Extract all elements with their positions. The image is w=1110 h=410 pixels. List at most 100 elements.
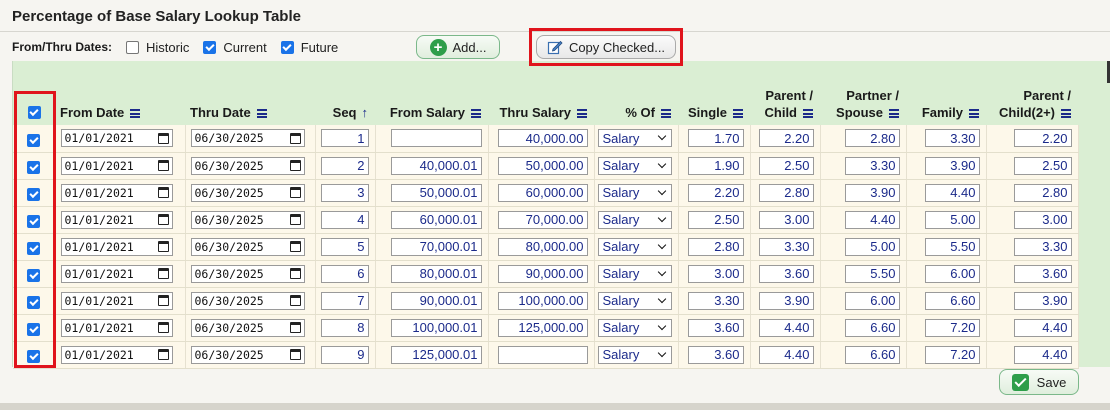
single-input[interactable]: 1.70: [687, 129, 744, 148]
calendar-icon[interactable]: [289, 241, 301, 252]
pct-of-select[interactable]: Salary: [597, 237, 672, 256]
calendar-icon[interactable]: [289, 349, 301, 360]
row-checkbox[interactable]: [27, 269, 41, 282]
family-input[interactable]: 5.50: [924, 237, 980, 256]
from-salary-input[interactable]: 125,000.01: [390, 345, 482, 364]
single-input[interactable]: 3.00: [687, 264, 744, 283]
pct-of-select[interactable]: Salary: [597, 345, 672, 364]
from-date-input[interactable]: 01/01/2021: [60, 183, 173, 202]
family-input[interactable]: 3.30: [924, 129, 980, 148]
column-menu-icon[interactable]: [577, 109, 587, 118]
thru-date-input[interactable]: 06/30/2025: [190, 237, 305, 256]
from-salary-input[interactable]: 90,000.01: [390, 291, 482, 310]
parent-children-input[interactable]: 2.50: [1013, 156, 1072, 175]
single-input[interactable]: 2.50: [687, 210, 744, 229]
col-thru-salary[interactable]: Thru Salary: [488, 61, 594, 125]
col-seq[interactable]: Seq ↑: [315, 61, 375, 125]
col-parent-children[interactable]: Parent / Child(2+): [986, 61, 1078, 125]
family-input[interactable]: 3.90: [924, 156, 980, 175]
from-salary-input[interactable]: 40,000.01: [390, 156, 482, 175]
calendar-icon[interactable]: [289, 187, 301, 198]
pct-of-select[interactable]: Salary: [597, 291, 672, 310]
row-checkbox[interactable]: [27, 161, 41, 174]
pct-of-select[interactable]: Salary: [597, 156, 672, 175]
seq-input[interactable]: 1: [320, 129, 369, 148]
from-date-input[interactable]: 01/01/2021: [60, 318, 173, 337]
family-input[interactable]: 5.00: [924, 210, 980, 229]
parent-children-input[interactable]: 2.80: [1013, 183, 1072, 202]
seq-input[interactable]: 7: [320, 291, 369, 310]
parent-child-input[interactable]: 3.90: [758, 291, 814, 310]
thru-date-input[interactable]: 06/30/2025: [190, 156, 305, 175]
seq-input[interactable]: 9: [320, 345, 369, 364]
parent-children-input[interactable]: 3.30: [1013, 237, 1072, 256]
from-date-input[interactable]: 01/01/2021: [60, 129, 173, 148]
from-date-input[interactable]: 01/01/2021: [60, 291, 173, 310]
row-checkbox[interactable]: [27, 296, 41, 309]
col-parent-child[interactable]: Parent / Child: [750, 61, 820, 125]
single-input[interactable]: 1.90: [687, 156, 744, 175]
column-menu-icon[interactable]: [969, 109, 979, 118]
from-salary-input[interactable]: 70,000.01: [390, 237, 482, 256]
partner-spouse-input[interactable]: 5.50: [844, 264, 900, 283]
current-checkbox[interactable]: [203, 40, 217, 54]
calendar-icon[interactable]: [157, 241, 169, 252]
from-salary-input[interactable]: 50,000.01: [390, 183, 482, 202]
col-single[interactable]: Single: [678, 61, 750, 125]
calendar-icon[interactable]: [157, 160, 169, 171]
future-checkbox[interactable]: [280, 40, 294, 54]
calendar-icon[interactable]: [157, 187, 169, 198]
calendar-icon[interactable]: [289, 132, 301, 144]
thru-salary-input[interactable]: 60,000.00: [497, 183, 588, 202]
partner-spouse-input[interactable]: 3.30: [844, 156, 900, 175]
calendar-icon[interactable]: [289, 214, 301, 225]
calendar-icon[interactable]: [157, 322, 169, 333]
seq-input[interactable]: 3: [320, 183, 369, 202]
thru-salary-input[interactable]: 40,000.00: [497, 129, 588, 148]
thru-salary-input[interactable]: 80,000.00: [497, 237, 588, 256]
partner-spouse-input[interactable]: 3.90: [844, 183, 900, 202]
parent-child-input[interactable]: 2.20: [758, 129, 814, 148]
row-checkbox[interactable]: [27, 242, 41, 255]
family-input[interactable]: 7.20: [924, 318, 980, 337]
row-checkbox[interactable]: [27, 323, 41, 336]
historic-checkbox[interactable]: [126, 40, 140, 54]
pct-of-select[interactable]: Salary: [597, 129, 672, 148]
calendar-icon[interactable]: [289, 160, 301, 171]
from-salary-input[interactable]: 80,000.01: [390, 264, 482, 283]
parent-children-input[interactable]: 4.40: [1013, 345, 1072, 364]
partner-spouse-input[interactable]: 6.60: [844, 345, 900, 364]
pct-of-select[interactable]: Salary: [597, 264, 672, 283]
calendar-icon[interactable]: [157, 295, 169, 306]
thru-salary-input[interactable]: 90,000.00: [497, 264, 588, 283]
parent-child-input[interactable]: 2.50: [758, 156, 814, 175]
family-input[interactable]: 4.40: [924, 183, 980, 202]
thru-date-input[interactable]: 06/30/2025: [190, 129, 305, 148]
select-all-checkbox[interactable]: [27, 106, 41, 119]
parent-child-input[interactable]: 3.00: [758, 210, 814, 229]
calendar-icon[interactable]: [289, 322, 301, 333]
partner-spouse-input[interactable]: 6.60: [844, 318, 900, 337]
calendar-icon[interactable]: [157, 132, 169, 144]
column-menu-icon[interactable]: [130, 109, 141, 118]
col-pct-of[interactable]: % Of: [594, 61, 678, 125]
thru-salary-input[interactable]: [497, 345, 588, 364]
seq-input[interactable]: 6: [320, 264, 369, 283]
column-menu-icon[interactable]: [471, 109, 481, 118]
filter-current[interactable]: Current: [203, 40, 267, 55]
partner-spouse-input[interactable]: 2.80: [844, 129, 900, 148]
copy-checked-button[interactable]: Copy Checked...: [536, 35, 676, 59]
parent-child-input[interactable]: 3.60: [758, 264, 814, 283]
parent-children-input[interactable]: 4.40: [1013, 318, 1072, 337]
thru-salary-input[interactable]: 125,000.00: [497, 318, 588, 337]
seq-input[interactable]: 5: [320, 237, 369, 256]
parent-child-input[interactable]: 2.80: [758, 183, 814, 202]
thru-salary-input[interactable]: 50,000.00: [497, 156, 588, 175]
calendar-icon[interactable]: [289, 295, 301, 306]
from-date-input[interactable]: 01/01/2021: [60, 156, 173, 175]
row-checkbox[interactable]: [27, 350, 41, 363]
family-input[interactable]: 6.60: [924, 291, 980, 310]
column-menu-icon[interactable]: [661, 109, 671, 118]
parent-child-input[interactable]: 3.30: [758, 237, 814, 256]
col-thru-date[interactable]: Thru Date: [185, 61, 315, 125]
